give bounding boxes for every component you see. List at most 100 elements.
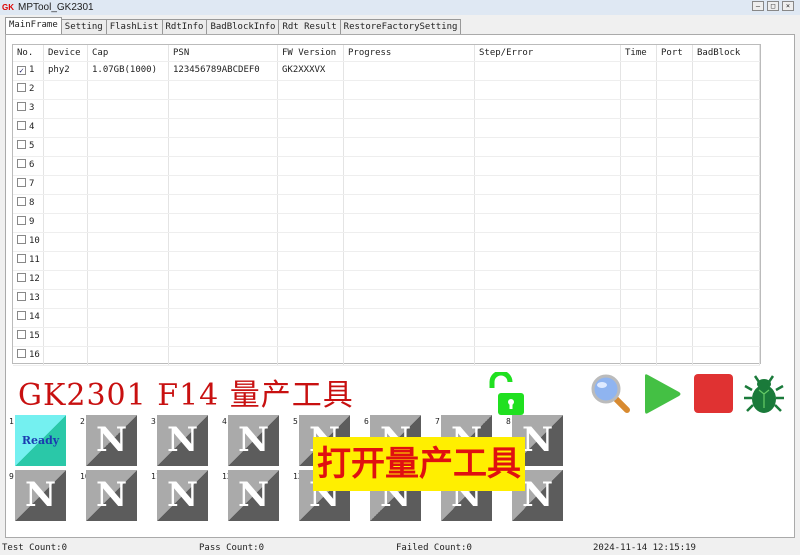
row-checkbox[interactable] (17, 273, 26, 282)
table-cell (344, 62, 475, 80)
column-header[interactable]: FW Version (278, 45, 344, 61)
table-cell (44, 252, 88, 270)
row-checkbox[interactable] (17, 140, 26, 149)
row-checkbox[interactable] (17, 235, 26, 244)
column-header[interactable]: Device (44, 45, 88, 61)
slot-number: 6 (364, 417, 369, 426)
stop-icon[interactable] (694, 374, 733, 413)
row-checkbox[interactable] (17, 311, 26, 320)
table-row[interactable]: 4 (13, 119, 760, 138)
bug-icon[interactable] (742, 374, 786, 416)
tab-setting[interactable]: Setting (60, 19, 107, 34)
slot-tile[interactable]: Ready (15, 415, 66, 466)
tab-mainframe[interactable]: MainFrame (5, 17, 62, 34)
table-cell (344, 138, 475, 156)
table-cell (621, 328, 657, 346)
column-header[interactable]: Port (657, 45, 693, 61)
table-row[interactable]: 5 (13, 138, 760, 157)
column-header[interactable]: Cap (88, 45, 169, 61)
table-cell (621, 81, 657, 99)
table-cell (278, 100, 344, 118)
table-cell (693, 81, 760, 99)
row-checkbox[interactable] (17, 159, 26, 168)
row-checkbox[interactable] (17, 121, 26, 130)
unlock-icon[interactable] (484, 372, 526, 416)
table-cell (344, 233, 475, 251)
table-row[interactable]: 11 (13, 252, 760, 271)
row-checkbox[interactable] (17, 216, 26, 225)
row-checkbox[interactable] (17, 178, 26, 187)
open-tool-overlay[interactable]: 打开量产工具 (313, 437, 525, 491)
row-checkbox[interactable] (17, 292, 26, 301)
tab-restorefactorysetting[interactable]: RestoreFactorySetting (339, 19, 462, 34)
table-cell (278, 195, 344, 213)
row-checkbox[interactable]: ✓ (17, 66, 26, 75)
maximize-button[interactable]: □ (767, 1, 779, 11)
table-row[interactable]: 2 (13, 81, 760, 100)
table-row[interactable]: ✓ 1 phy2 1.07GB(1000) 123456789ABCDEF0 GK2XXX… (13, 62, 760, 81)
table-cell (475, 328, 621, 346)
column-header[interactable]: Step/Error (475, 45, 621, 61)
column-header[interactable]: Time (621, 45, 657, 61)
minimize-button[interactable]: – (752, 1, 764, 11)
table-row[interactable]: 9 (13, 214, 760, 233)
table-row[interactable]: 10 (13, 233, 760, 252)
table-row[interactable]: 8 (13, 195, 760, 214)
title-bar: GK MPTool_GK2301 – □ × (0, 0, 800, 15)
row-number-cell: 12 (13, 271, 44, 289)
slot-tile[interactable]: N (157, 415, 208, 466)
slot-tile[interactable]: N (228, 415, 279, 466)
table-cell (475, 138, 621, 156)
table-row[interactable]: 7 (13, 176, 760, 195)
row-number: 10 (29, 236, 40, 246)
table-row[interactable]: 16 (13, 347, 760, 366)
slot-tile[interactable]: N (157, 470, 208, 521)
row-checkbox[interactable] (17, 349, 26, 358)
tab-badblockinfo[interactable]: BadBlockInfo (206, 19, 280, 34)
table-cell (344, 195, 475, 213)
table-cell (657, 176, 693, 194)
table-cell (657, 119, 693, 137)
table-cell (88, 176, 169, 194)
slot-tile[interactable]: N (228, 470, 279, 521)
tab-rdt-result[interactable]: Rdt Result (278, 19, 341, 34)
table-cell (344, 81, 475, 99)
table-cell: 123456789ABCDEF0 (169, 62, 278, 80)
row-number: 9 (29, 217, 35, 227)
pass-count: Pass Count:0 (199, 543, 265, 553)
table-cell (88, 290, 169, 308)
column-header[interactable]: BadBlock (693, 45, 760, 61)
column-header[interactable]: No. (13, 45, 44, 61)
row-checkbox[interactable] (17, 197, 26, 206)
table-cell (693, 328, 760, 346)
table-cell (44, 81, 88, 99)
row-number-cell: 13 (13, 290, 44, 308)
row-checkbox[interactable] (17, 330, 26, 339)
row-number: 1 (29, 65, 35, 75)
start-icon[interactable] (642, 373, 682, 415)
table-row[interactable]: 6 (13, 157, 760, 176)
row-number: 11 (29, 255, 40, 265)
column-header[interactable]: PSN (169, 45, 278, 61)
slot-tile[interactable]: N (15, 470, 66, 521)
row-checkbox[interactable] (17, 254, 26, 263)
table-row[interactable]: 15 (13, 328, 760, 347)
row-number: 8 (29, 198, 35, 208)
table-row[interactable]: 13 (13, 290, 760, 309)
table-cell (657, 195, 693, 213)
tab-flashlist[interactable]: FlashList (105, 19, 163, 34)
row-checkbox[interactable] (17, 102, 26, 111)
row-checkbox[interactable] (17, 83, 26, 92)
tab-rdtinfo[interactable]: RdtInfo (161, 19, 208, 34)
table-cell (88, 100, 169, 118)
table-row[interactable]: 3 (13, 100, 760, 119)
table-row[interactable]: 12 (13, 271, 760, 290)
search-icon[interactable] (590, 373, 632, 415)
slot-tile[interactable]: N (86, 470, 137, 521)
table-cell (657, 347, 693, 365)
table-cell (621, 195, 657, 213)
close-button[interactable]: × (782, 1, 794, 11)
table-row[interactable]: 14 (13, 309, 760, 328)
slot-tile[interactable]: N (86, 415, 137, 466)
column-header[interactable]: Progress (344, 45, 475, 61)
